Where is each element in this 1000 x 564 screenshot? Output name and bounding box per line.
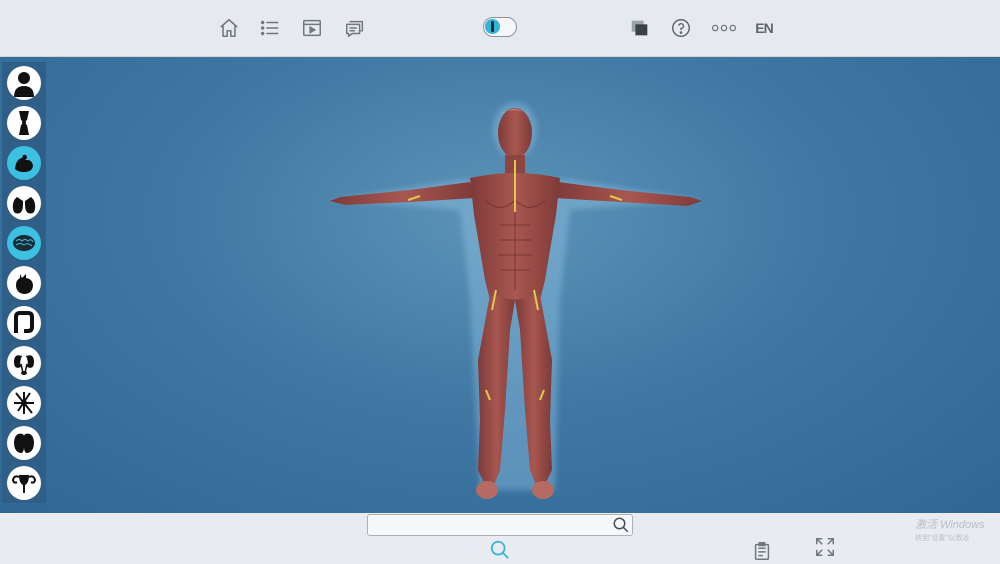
- 3d-viewport[interactable]: [0, 57, 1000, 513]
- digestive-system-icon: [14, 311, 34, 333]
- skeletal-system-icon: [19, 111, 29, 135]
- video-icon[interactable]: [298, 14, 326, 42]
- skeleton-toggle-icon[interactable]: [483, 17, 517, 37]
- skeletal-system-button[interactable]: [7, 106, 41, 140]
- respiratory-system-button[interactable]: [7, 186, 41, 220]
- lymphatic-system-icon: [14, 392, 34, 414]
- nervous-system-icon: [13, 235, 35, 251]
- fullscreen-icon[interactable]: [814, 536, 836, 558]
- chat-icon[interactable]: [341, 14, 369, 42]
- endocrine-system-icon: [14, 433, 34, 453]
- muscular-system-icon: [15, 154, 33, 172]
- help-icon[interactable]: [667, 14, 695, 42]
- respiratory-system-icon: [12, 193, 36, 214]
- endocrine-system-button[interactable]: [7, 426, 41, 460]
- lymphatic-system-button[interactable]: [7, 386, 41, 420]
- language-label: EN: [755, 20, 773, 36]
- nervous-system-button[interactable]: [7, 226, 41, 260]
- skin-system-icon: [14, 72, 34, 97]
- list-icon[interactable]: [256, 14, 284, 42]
- search-icon[interactable]: [612, 516, 630, 534]
- top-toolbar: EN: [0, 0, 1000, 57]
- digestive-system-button[interactable]: [7, 306, 41, 340]
- home-icon[interactable]: [215, 14, 243, 42]
- skin-system-button[interactable]: [7, 66, 41, 100]
- options-icon[interactable]: [708, 14, 740, 42]
- activation-watermark: 激活 Windows 转到"设置"以激活: [915, 518, 985, 546]
- layers-icon[interactable]: [626, 14, 654, 42]
- notes-icon[interactable]: [751, 540, 773, 562]
- search-toggle-icon[interactable]: [489, 539, 511, 561]
- language-button[interactable]: EN: [750, 14, 778, 42]
- muscular-system-button[interactable]: [7, 146, 41, 180]
- urinary-system-icon: [14, 355, 34, 375]
- watermark-line1: 激活 Windows: [915, 519, 985, 531]
- urinary-system-button[interactable]: [7, 346, 41, 380]
- muscle-body-model[interactable]: [0, 57, 1000, 513]
- reproductive-system-button[interactable]: [7, 466, 41, 500]
- reproductive-system-icon: [11, 475, 37, 493]
- cardiovascular-system-icon: [16, 274, 33, 294]
- cardiovascular-system-button[interactable]: [7, 266, 41, 300]
- watermark-line2: 转到"设置"以激活: [915, 535, 969, 542]
- body-system-sidebar: [2, 62, 46, 503]
- search-input[interactable]: [367, 514, 633, 536]
